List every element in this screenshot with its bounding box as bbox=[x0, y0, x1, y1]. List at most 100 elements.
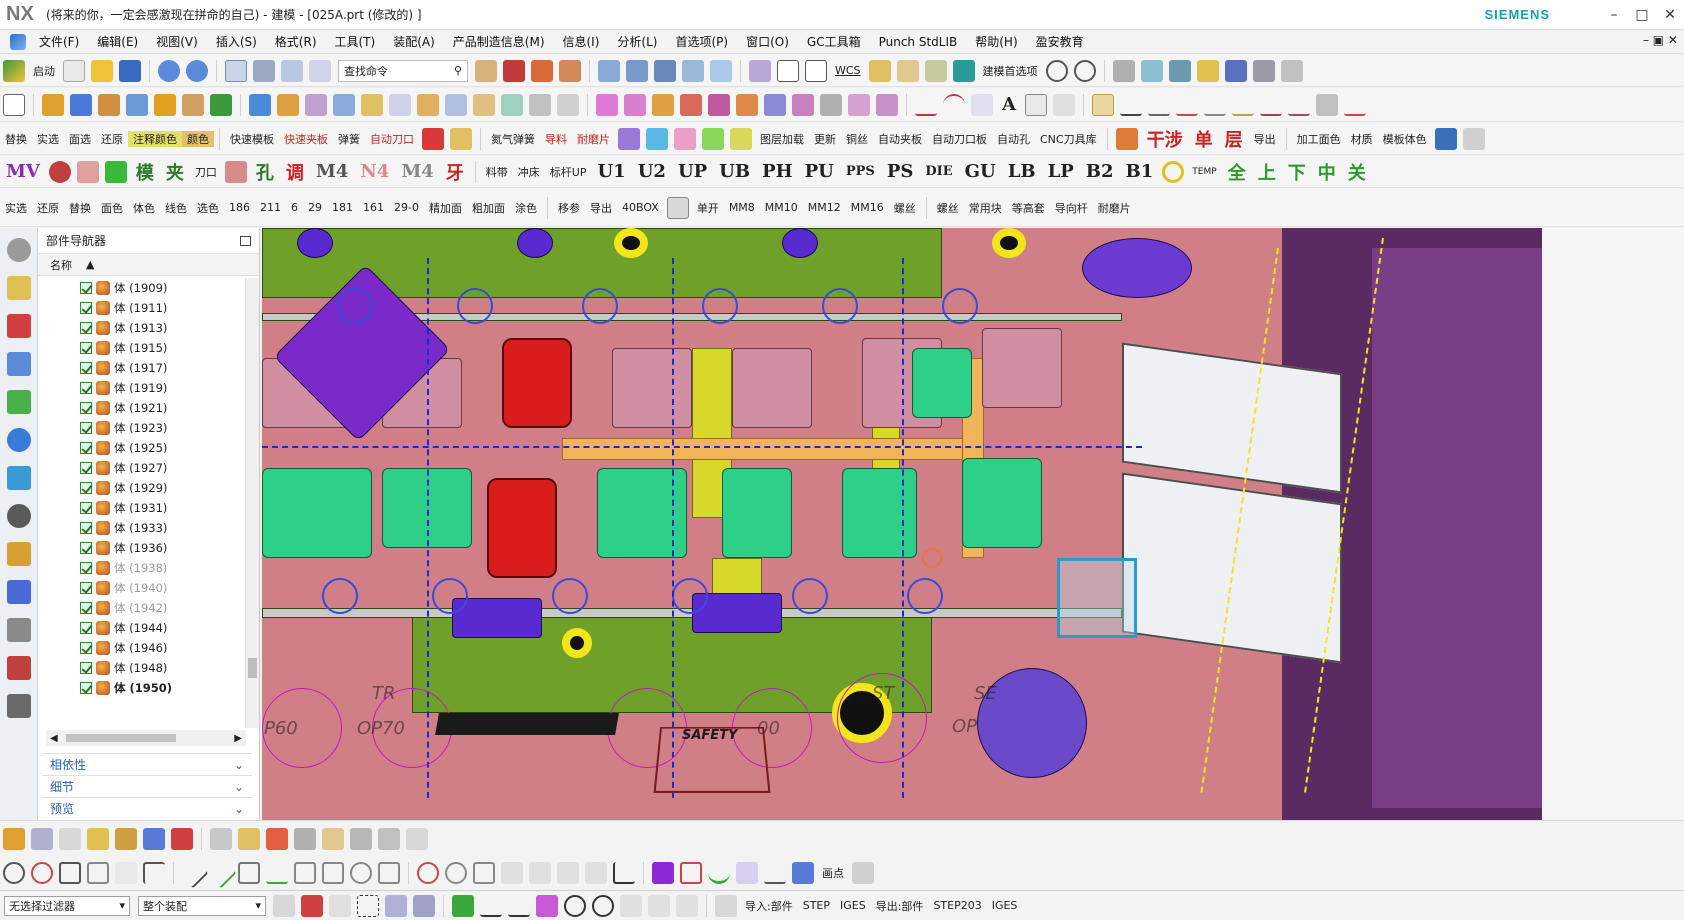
tree-row[interactable]: 体 (1911) bbox=[38, 298, 246, 318]
mold-button[interactable]: 模 bbox=[130, 159, 160, 185]
tool-icon[interactable] bbox=[1196, 59, 1219, 82]
tooth-button[interactable]: 牙 bbox=[440, 159, 470, 185]
circle-snap-icon[interactable] bbox=[1045, 59, 1068, 82]
tree-row[interactable]: 体 (1938) bbox=[38, 558, 246, 578]
graphics-viewport[interactable]: TR OP70 P60 OP SAFETY ST SE 00 bbox=[262, 228, 1684, 820]
history-icon[interactable] bbox=[7, 466, 31, 490]
arc-text-icon[interactable] bbox=[115, 862, 137, 884]
adjust-button[interactable]: 调 bbox=[280, 159, 310, 185]
box-icon[interactable] bbox=[924, 59, 947, 82]
curve-icon[interactable] bbox=[503, 59, 525, 82]
camera-icon[interactable] bbox=[48, 160, 71, 183]
color-6-button[interactable]: 6 bbox=[286, 201, 303, 214]
visibility-checkbox[interactable] bbox=[80, 642, 92, 654]
tree-row[interactable]: 体 (1915) bbox=[38, 338, 246, 358]
mm10-button[interactable]: MM10 bbox=[760, 201, 803, 214]
pps-button[interactable]: PPS bbox=[840, 164, 881, 179]
point-icon[interactable] bbox=[682, 59, 704, 82]
csys-icon[interactable] bbox=[654, 59, 676, 82]
spring-button[interactable]: 弹簧 bbox=[333, 131, 365, 147]
intersect-curve-icon[interactable] bbox=[1203, 94, 1226, 116]
replace-button[interactable]: 替换 bbox=[0, 131, 32, 147]
tree-row[interactable]: 体 (1948) bbox=[38, 658, 246, 678]
guide-button[interactable]: 导料 bbox=[540, 131, 572, 147]
law-curve-icon[interactable] bbox=[1052, 93, 1075, 116]
body-color-button[interactable]: 体色 bbox=[128, 200, 160, 216]
middle-button[interactable]: 中 bbox=[1312, 159, 1342, 185]
book-icon[interactable] bbox=[249, 93, 271, 116]
pu-button[interactable]: PU bbox=[799, 161, 840, 182]
menu-assembly[interactable]: 装配(A) bbox=[384, 33, 444, 50]
visibility-checkbox[interactable] bbox=[80, 502, 92, 514]
color-button[interactable]: 颜色 bbox=[182, 130, 214, 147]
menu-yingan[interactable]: 盈安教育 bbox=[1027, 33, 1093, 50]
polygon-icon[interactable] bbox=[59, 862, 81, 884]
cut-icon[interactable] bbox=[253, 59, 275, 82]
move-button[interactable]: MV bbox=[0, 161, 46, 182]
constrain-icon[interactable] bbox=[820, 93, 842, 116]
extrude-icon[interactable] bbox=[42, 93, 64, 116]
strip-button[interactable]: 料带 bbox=[481, 164, 513, 180]
manufacturing-wizard-icon[interactable] bbox=[7, 580, 31, 604]
palette-icon[interactable] bbox=[7, 656, 31, 680]
line-color-button[interactable]: 线色 bbox=[160, 200, 192, 216]
draw-point-button[interactable]: 画点 bbox=[817, 865, 849, 881]
layer-icon[interactable] bbox=[710, 59, 732, 82]
menu-view[interactable]: 视图(V) bbox=[147, 33, 207, 50]
arc-icon[interactable] bbox=[531, 59, 553, 82]
boss-icon[interactable] bbox=[126, 93, 148, 116]
tree-row[interactable]: 体 (1933) bbox=[38, 518, 246, 538]
import-part-button[interactable]: 导入:部件 bbox=[740, 898, 798, 914]
extend-curve-icon[interactable] bbox=[266, 862, 288, 884]
pull-face-icon[interactable] bbox=[764, 93, 786, 116]
delete-face-icon[interactable] bbox=[680, 93, 702, 116]
green-wave-icon[interactable] bbox=[708, 862, 730, 884]
visibility-checkbox[interactable] bbox=[80, 282, 92, 294]
revolve-icon[interactable] bbox=[70, 93, 92, 116]
view-icon[interactable] bbox=[749, 59, 771, 82]
temp-button[interactable]: TEMP bbox=[1187, 167, 1221, 177]
arrangement-icon[interactable] bbox=[378, 827, 400, 850]
finish-face-button[interactable]: 精加面 bbox=[424, 200, 467, 216]
spline-icon[interactable] bbox=[559, 59, 581, 82]
selection-filter-dropdown[interactable]: 无选择过滤器 ▾ bbox=[4, 895, 130, 916]
center-point-snap-icon[interactable] bbox=[564, 894, 586, 917]
import-iges-button[interactable]: IGES bbox=[835, 899, 871, 912]
visibility-checkbox[interactable] bbox=[80, 342, 92, 354]
plus-green-icon[interactable] bbox=[104, 160, 127, 183]
axis-icon[interactable] bbox=[1140, 59, 1163, 82]
maximize-button[interactable]: □ bbox=[1628, 7, 1656, 23]
shell-icon[interactable] bbox=[333, 93, 355, 116]
material-button[interactable]: 材质 bbox=[1346, 131, 1378, 147]
replace-component-icon[interactable] bbox=[294, 827, 316, 850]
cube-select-icon[interactable] bbox=[385, 894, 407, 917]
screw-2-button[interactable]: 螺丝 bbox=[932, 200, 964, 216]
tangent-snap-icon[interactable] bbox=[648, 894, 670, 917]
m4-button[interactable]: M4 bbox=[310, 161, 354, 182]
grid-tool-icon[interactable] bbox=[1315, 93, 1338, 116]
visibility-checkbox[interactable] bbox=[80, 442, 92, 454]
tag-icon[interactable] bbox=[557, 862, 579, 884]
tree-row[interactable]: 体 (1946) bbox=[38, 638, 246, 658]
maximize-panel-icon[interactable] bbox=[240, 235, 251, 246]
menu-preferences[interactable]: 首选项(P) bbox=[666, 33, 737, 50]
mm12-button[interactable]: MM12 bbox=[803, 201, 846, 214]
menu-window[interactable]: 窗口(O) bbox=[737, 33, 798, 50]
auto-edge-plate-button[interactable]: 自动刀口板 bbox=[927, 131, 992, 147]
dependencies-section[interactable]: 相依性 ⌄ bbox=[42, 753, 252, 775]
move-param-button[interactable]: 移参 bbox=[553, 200, 585, 216]
robot-icon[interactable] bbox=[7, 618, 31, 642]
yellow-tool-icon[interactable] bbox=[730, 127, 752, 150]
corner-tool-icon[interactable] bbox=[294, 862, 316, 884]
pen-snap-icon[interactable] bbox=[676, 894, 698, 917]
guide-rod-button[interactable]: 导向杆 bbox=[1050, 200, 1093, 216]
circle-point-icon[interactable] bbox=[3, 862, 25, 884]
chamfer-icon[interactable] bbox=[305, 93, 327, 116]
cutting-edge-button[interactable]: 刀口 bbox=[190, 164, 222, 180]
screw-button[interactable]: 螺丝 bbox=[889, 200, 921, 216]
resize-icon[interactable] bbox=[708, 93, 730, 116]
height-sleeve-button[interactable]: 等高套 bbox=[1007, 200, 1050, 216]
line-tool-icon[interactable] bbox=[177, 857, 209, 889]
visibility-checkbox[interactable] bbox=[80, 622, 92, 634]
flap-icon[interactable] bbox=[666, 196, 689, 219]
